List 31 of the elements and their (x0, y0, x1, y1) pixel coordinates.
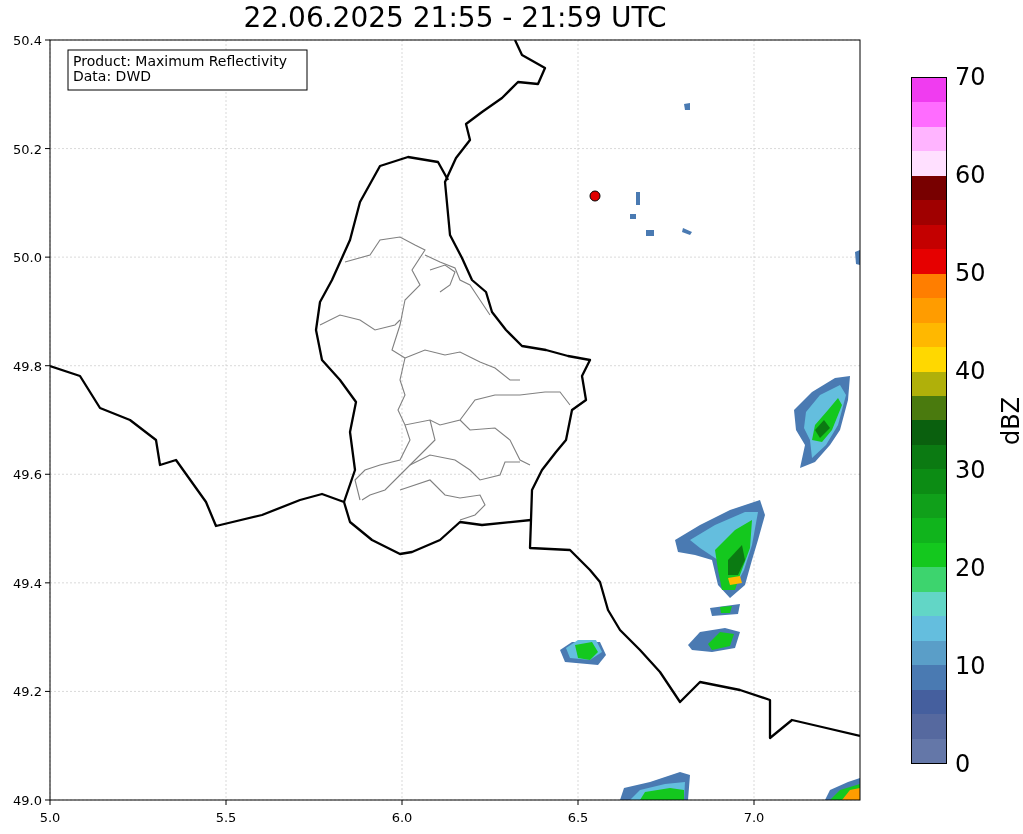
colorbar-label: dBZ (995, 392, 1023, 449)
y-tick-label: 49.0 (13, 793, 42, 808)
location-marker (589, 190, 601, 202)
colorbar-tick-label: 30 (955, 456, 986, 483)
colorbar-tick-label: 10 (955, 652, 986, 679)
y-tick-label: 50.2 (13, 141, 42, 157)
y-tick-label: 50.4 (13, 34, 42, 48)
radar-echo (620, 772, 690, 800)
radar-echo (825, 778, 860, 800)
y-tick-label: 50.0 (13, 250, 42, 266)
chart-title: 22.06.2025 21:55 - 21:59 UTC (242, 0, 668, 34)
colorbar-tick-label: 0 (955, 751, 971, 777)
y-tick-label: 49.8 (13, 358, 42, 374)
x-tick-label: 6.5 (567, 810, 589, 825)
x-tick-label: 5.5 (215, 810, 237, 825)
colorbar-tick-label: 70 (955, 64, 986, 90)
radar-echo (710, 604, 740, 616)
colorbar-tick-label: 40 (955, 358, 986, 385)
radar-echo (688, 628, 740, 652)
radar-echo (560, 640, 606, 665)
y-tick-label: 49.6 (13, 467, 42, 483)
x-tick-label: 5.0 (39, 810, 61, 825)
colorbar-tick-label: 60 (955, 162, 986, 189)
y-tick-label: 49.4 (13, 575, 42, 591)
y-tick-label: 49.2 (13, 684, 42, 700)
x-tick-label: 7.0 (743, 810, 765, 825)
info-text: Data: DWD (73, 68, 151, 84)
colorbar-tick-label: 50 (955, 260, 986, 287)
x-tick-label: 6.0 (391, 810, 413, 825)
info-text: Product: Maximum Reflectivity (73, 53, 287, 69)
colorbar-tick-label: 20 (955, 554, 986, 581)
